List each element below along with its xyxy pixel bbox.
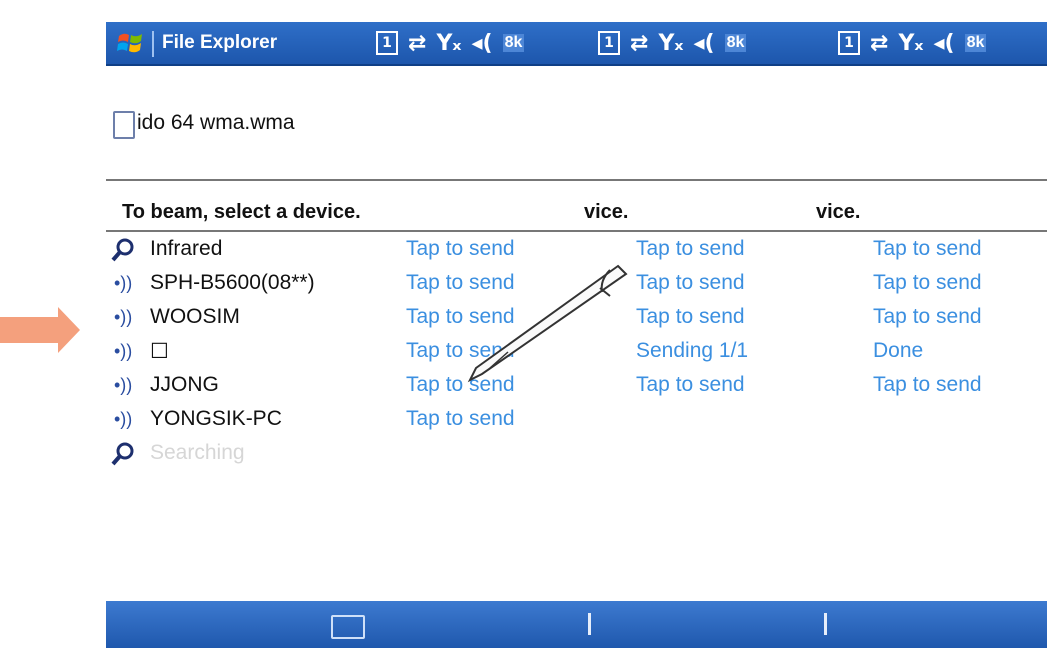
tap-to-send-link[interactable]: Tap to send: [636, 237, 745, 261]
status-icons: 1 ⇄ Yₓ ◂( 8k: [376, 28, 525, 58]
window-title: File Explorer: [162, 32, 278, 53]
sending-status: Sending 1/1: [636, 339, 749, 362]
title-separator: [152, 31, 154, 57]
tap-to-send-link[interactable]: Tap to send: [873, 237, 982, 261]
tap-to-send-link[interactable]: Tap to send: [873, 373, 982, 397]
signal-off-icon[interactable]: Yₓ: [658, 31, 683, 56]
beam-heading-2: vice.: [584, 201, 629, 223]
title-bar-2: 1 ⇄ Yₓ ◂( 8k: [586, 22, 816, 66]
device-name-sph[interactable]: SPH-B5600(08**): [150, 271, 315, 295]
clock[interactable]: 8k: [724, 34, 747, 52]
tap-to-send-link[interactable]: Tap to send: [406, 407, 515, 431]
done-status: Done: [873, 339, 924, 362]
sync-icon[interactable]: ⇄: [408, 31, 426, 56]
file-name: ido 64 wma.wma: [137, 111, 295, 134]
connectivity-icon[interactable]: 1: [376, 31, 398, 55]
sync-icon[interactable]: ⇄: [630, 31, 648, 56]
beam-icon: •)): [114, 375, 133, 395]
tap-to-send-link[interactable]: Tap to send: [636, 305, 745, 329]
tap-to-send-link[interactable]: Tap to send: [873, 305, 982, 329]
beam-icon: •)): [114, 307, 133, 327]
beam-icon: •)): [114, 273, 133, 293]
menu-separator: [824, 613, 827, 635]
device-name-woosim[interactable]: WOOSIM: [150, 305, 240, 329]
signal-off-icon[interactable]: Yₓ: [898, 31, 923, 56]
beam-icon: •)): [114, 341, 133, 361]
windows-start-icon[interactable]: [116, 28, 146, 58]
beam-heading-3: vice.: [816, 201, 861, 223]
menu-bar-3: [816, 601, 1047, 648]
signal-off-icon[interactable]: Yₓ: [436, 31, 461, 56]
file-icon: [113, 111, 135, 139]
search-icon: [111, 442, 134, 466]
arrow-indicator-icon: [0, 307, 80, 353]
sync-icon[interactable]: ⇄: [870, 31, 888, 56]
device-name-yongsik[interactable]: YONGSIK-PC: [150, 407, 282, 431]
connectivity-icon[interactable]: 1: [598, 31, 620, 55]
tap-to-send-link[interactable]: Tap to send: [636, 271, 745, 295]
volume-icon[interactable]: ◂(: [933, 31, 954, 56]
clock[interactable]: 8k: [502, 34, 525, 52]
device-name-infrared[interactable]: Infrared: [150, 237, 222, 261]
keyboard-icon[interactable]: [331, 615, 365, 639]
divider: [106, 230, 1047, 232]
stylus-icon: [467, 264, 628, 383]
menu-bar-2: [586, 601, 816, 648]
connectivity-icon[interactable]: 1: [838, 31, 860, 55]
divider: [106, 179, 1047, 181]
search-icon: [111, 238, 134, 262]
menu-bar-1: [106, 601, 586, 648]
menu-separator: [588, 613, 591, 635]
volume-icon[interactable]: ◂(: [471, 31, 492, 56]
beam-heading: To beam, select a device.: [122, 201, 361, 223]
status-icons: 1 ⇄ Yₓ ◂( 8k: [598, 28, 747, 58]
title-bar-3: 1 ⇄ Yₓ ◂( 8k: [816, 22, 1047, 66]
clock[interactable]: 8k: [964, 34, 987, 52]
tap-to-send-link[interactable]: Tap to send: [873, 271, 982, 295]
device-name-unknown[interactable]: ☐: [150, 339, 169, 364]
title-bar-1: File Explorer 1 ⇄ Yₓ ◂( 8k: [106, 22, 586, 66]
searching-label: Searching: [150, 441, 245, 464]
status-icons: 1 ⇄ Yₓ ◂( 8k: [838, 28, 987, 58]
volume-icon[interactable]: ◂(: [693, 31, 714, 56]
tap-to-send-link[interactable]: Tap to send: [636, 373, 745, 397]
device-name-jjong[interactable]: JJONG: [150, 373, 219, 397]
beam-icon: •)): [114, 409, 133, 429]
